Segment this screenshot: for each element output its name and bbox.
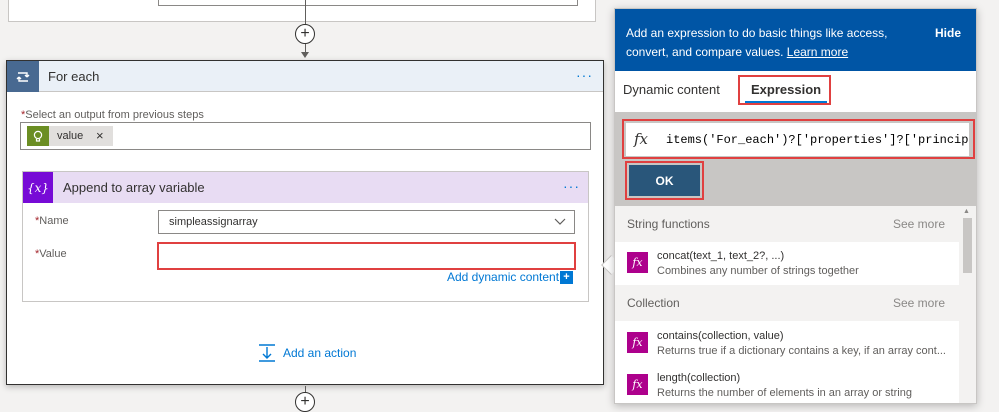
tab-dynamic-content[interactable]: Dynamic content: [623, 82, 720, 97]
value-input[interactable]: [157, 242, 576, 270]
arrow-down-icon: [301, 52, 309, 58]
foreach-menu-button[interactable]: ···: [576, 67, 593, 83]
insert-step-button[interactable]: +: [295, 24, 315, 44]
learn-more-link[interactable]: Learn more: [787, 45, 848, 59]
panel-banner: Add an expression to do basic things lik…: [615, 9, 976, 71]
foreach-header[interactable]: For each ···: [7, 61, 603, 92]
see-more-link[interactable]: See more: [893, 296, 945, 310]
chevron-down-icon: [554, 214, 566, 231]
ok-highlight: [625, 161, 704, 200]
plus-icon: +: [300, 393, 310, 410]
loop-icon: [7, 61, 39, 92]
add-action-label: Add an action: [283, 346, 357, 360]
function-item-concat[interactable]: fx concat(text_1, text_2?, ...) Combines…: [615, 243, 959, 283]
scrollbar[interactable]: ▲: [959, 206, 976, 403]
function-item-contains[interactable]: fx contains(collection, value) Returns t…: [615, 323, 959, 363]
function-description: Combines any number of strings together: [657, 265, 859, 277]
banner-text: Add an expression to do basic things lik…: [626, 26, 888, 59]
expression-highlight: [622, 119, 975, 159]
see-more-link[interactable]: See more: [893, 217, 945, 231]
add-dynamic-content-link[interactable]: Add dynamic content: [447, 270, 559, 284]
add-action-button[interactable]: Add an action: [258, 343, 356, 366]
value-token[interactable]: value ×: [27, 126, 113, 146]
append-menu-button[interactable]: ···: [563, 178, 580, 194]
previous-action-input[interactable]: [158, 0, 578, 6]
plus-icon: +: [300, 25, 310, 42]
scroll-up-icon[interactable]: ▲: [963, 208, 970, 215]
append-title: Append to array variable: [63, 180, 205, 195]
select-output-label: *Select an output from previous steps: [21, 109, 204, 121]
function-name: length(collection): [657, 372, 741, 384]
name-select-value: simpleassignarray: [169, 216, 258, 228]
section-title: String functions: [627, 217, 710, 231]
function-description: Returns the number of elements in an arr…: [657, 387, 912, 399]
value-label: *Value: [35, 248, 67, 260]
function-description: Returns true if a dictionary contains a …: [657, 345, 946, 357]
hide-button[interactable]: Hide: [935, 26, 961, 40]
scrollbar-thumb[interactable]: [963, 218, 972, 273]
section-collection: Collection See more: [615, 285, 959, 321]
variable-icon: {x}: [23, 172, 53, 203]
foreach-title: For each: [48, 69, 100, 84]
function-icon: fx: [627, 374, 648, 395]
function-name: contains(collection, value): [657, 330, 784, 342]
tab-highlight: [738, 75, 831, 105]
append-header[interactable]: {x} Append to array variable ···: [23, 172, 588, 203]
add-dynamic-content-icon[interactable]: +: [560, 271, 573, 284]
token-remove-button[interactable]: ×: [96, 128, 104, 143]
token-label: value: [57, 130, 84, 142]
name-label: *Name: [35, 215, 69, 227]
function-icon: fx: [627, 252, 648, 273]
connector-line: [305, 0, 306, 24]
add-action-icon: [259, 344, 275, 362]
append-card: {x} Append to array variable ··· *Name s…: [22, 171, 589, 302]
function-name: concat(text_1, text_2?, ...): [657, 250, 785, 262]
select-output-field[interactable]: value ×: [20, 122, 591, 150]
lightbulb-icon: [27, 126, 49, 146]
function-item-length[interactable]: fx length(collection) Returns the number…: [615, 365, 959, 403]
function-icon: fx: [627, 332, 648, 353]
dynamic-content-panel: Add an expression to do basic things lik…: [614, 8, 977, 404]
section-title: Collection: [627, 296, 680, 310]
name-select[interactable]: simpleassignarray: [158, 210, 575, 234]
expression-area: fx items('For_each')?['properties']?['pr…: [615, 112, 976, 206]
insert-step-button[interactable]: +: [295, 392, 315, 412]
section-string-functions: String functions See more: [615, 206, 959, 242]
